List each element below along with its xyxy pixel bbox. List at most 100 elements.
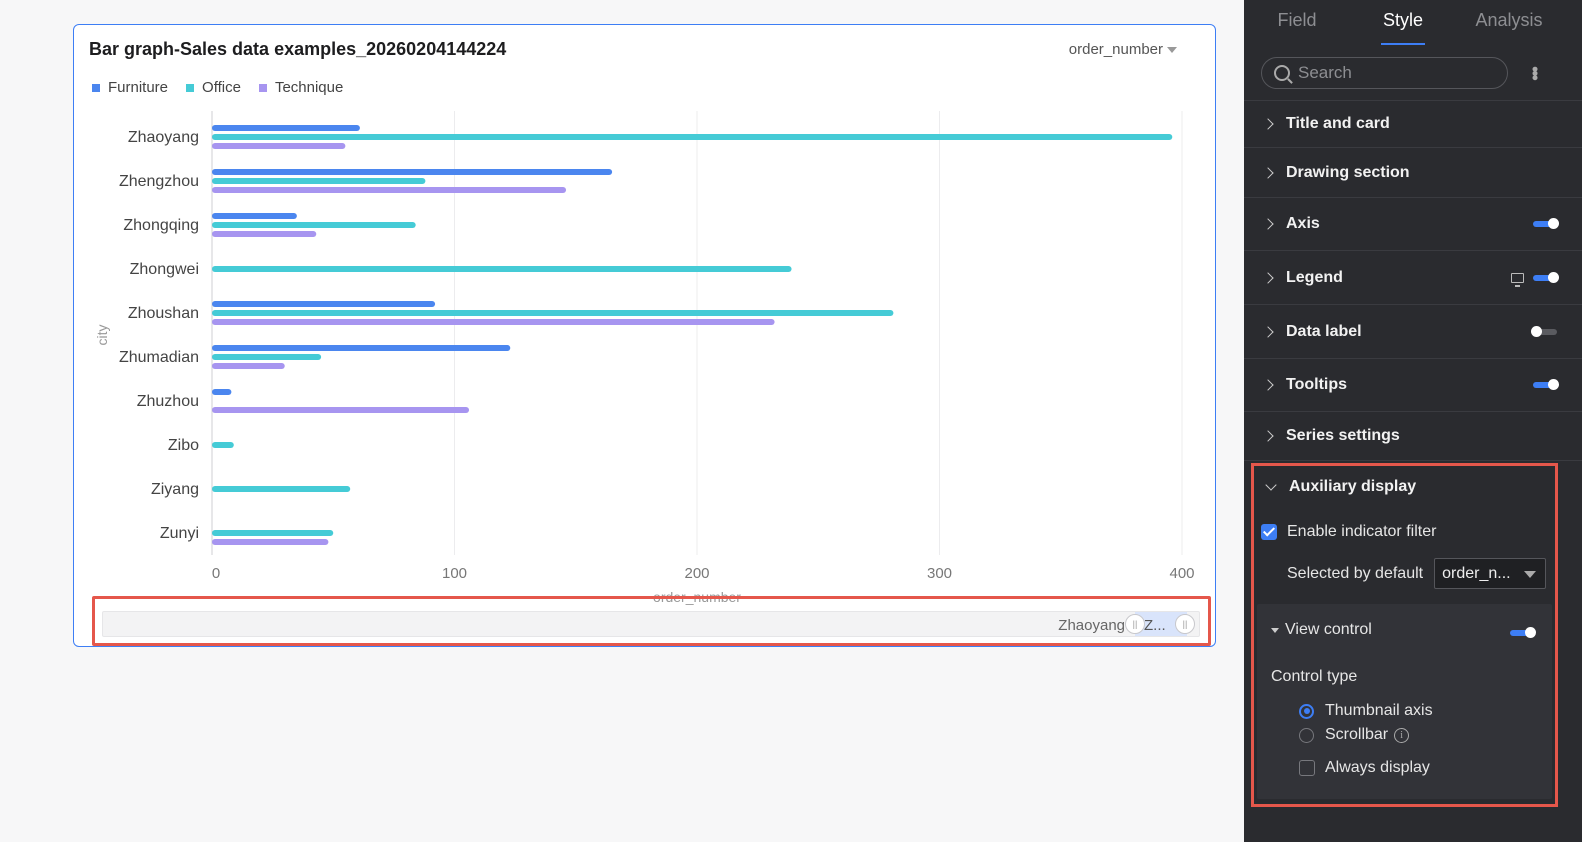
y-tick-label: Zhongwei: [130, 261, 199, 278]
selected-by-default-row: Selected by default order_n...: [1287, 558, 1547, 589]
auxiliary-display-header[interactable]: Auxiliary display: [1265, 478, 1417, 496]
always-display-checkbox[interactable]: [1299, 760, 1315, 776]
y-tick-label: Zhaoyang: [128, 129, 199, 146]
enable-indicator-filter-label: Enable indicator filter: [1287, 523, 1437, 540]
section-series-settings[interactable]: Series settings: [1244, 412, 1582, 461]
y-tick-label: Zhengzhou: [119, 173, 199, 190]
chevron-right-icon: [1262, 118, 1274, 130]
option-thumbnail-axis[interactable]: Thumbnail axis: [1299, 702, 1433, 720]
bar: [212, 178, 426, 184]
bar: [212, 310, 894, 316]
bar: [212, 125, 360, 131]
tooltips-toggle[interactable]: [1533, 379, 1559, 390]
thumbnail-axis[interactable]: Zhaoyang Z... || ||: [102, 611, 1200, 637]
thumbnail-left-handle[interactable]: ||: [1125, 614, 1145, 634]
option-scrollbar[interactable]: Scrollbar i: [1299, 726, 1410, 744]
section-label: Legend: [1286, 268, 1343, 286]
section-legend[interactable]: Legend: [1244, 251, 1582, 305]
search-box[interactable]: [1261, 56, 1508, 89]
chevron-right-icon: [1262, 218, 1274, 230]
y-tick-label: Zibo: [168, 437, 199, 454]
tab-style[interactable]: Style: [1350, 0, 1456, 45]
bar: [212, 169, 613, 175]
bar: [212, 319, 775, 325]
x-tick-label: 400: [1169, 565, 1194, 582]
enable-indicator-filter-checkbox[interactable]: [1261, 524, 1277, 540]
section-tooltips[interactable]: Tooltips: [1244, 359, 1582, 412]
x-tick-label: 100: [442, 565, 467, 582]
chevron-right-icon: [1262, 271, 1274, 284]
section-data-label[interactable]: Data label: [1244, 305, 1582, 359]
thumbnail-right-handle[interactable]: ||: [1175, 614, 1195, 634]
bar: [212, 213, 297, 219]
monitor-icon[interactable]: [1511, 272, 1524, 287]
legend-toggle[interactable]: [1533, 271, 1559, 283]
bar: [212, 266, 792, 272]
search-row: •••: [1244, 45, 1582, 101]
always-display-row[interactable]: Always display: [1299, 759, 1430, 777]
section-label: Tooltips: [1286, 376, 1348, 393]
selected-by-default-select[interactable]: order_n...: [1434, 558, 1547, 589]
caret-down-icon: [1524, 571, 1537, 578]
view-control-toggle[interactable]: [1510, 627, 1536, 638]
bar: [212, 539, 329, 545]
bar: [212, 354, 322, 360]
always-display-label: Always display: [1325, 759, 1430, 776]
data-label-toggle[interactable]: [1531, 325, 1557, 337]
section-axis[interactable]: Axis: [1244, 198, 1582, 251]
bar: [212, 530, 334, 536]
thumbnail-axis-radio[interactable]: [1299, 703, 1314, 719]
chevron-right-icon: [1262, 166, 1274, 179]
bar: [212, 363, 285, 369]
view-control-box: View control Control type Thumbnail axis…: [1257, 604, 1552, 799]
bar: [212, 187, 567, 193]
axis-toggle[interactable]: [1533, 218, 1559, 229]
y-tick-label: Zhongqing: [123, 217, 199, 234]
section-label: Auxiliary display: [1289, 478, 1417, 495]
bar: [212, 134, 1173, 140]
section-label: Drawing section: [1286, 163, 1410, 181]
bar: [212, 345, 511, 351]
view-control-header[interactable]: View control: [1271, 621, 1372, 639]
y-tick-label: Zhuzhou: [137, 393, 199, 410]
scrollbar-label: Scrollbar: [1325, 726, 1389, 743]
bar: [212, 486, 351, 492]
more-options-icon[interactable]: •••: [1525, 66, 1545, 79]
control-type-label: Control type: [1271, 668, 1358, 685]
selected-by-default-value: order_n...: [1442, 564, 1511, 582]
section-drawing[interactable]: Drawing section: [1244, 148, 1582, 198]
bar: [212, 222, 416, 228]
chart-card[interactable]: Bar graph-Sales data examples_2026020414…: [73, 24, 1216, 647]
x-tick-label: 0: [212, 565, 220, 582]
section-label: Data label: [1286, 322, 1362, 340]
chevron-right-icon: [1262, 379, 1274, 391]
tab-analysis[interactable]: Analysis: [1456, 0, 1562, 45]
y-tick-label: Zunyi: [160, 525, 199, 542]
search-icon: [1274, 64, 1290, 81]
section-title-and-card[interactable]: Title and card: [1244, 101, 1582, 148]
x-tick-label: 200: [684, 565, 709, 582]
tab-field[interactable]: Field: [1244, 0, 1350, 45]
y-tick-label: Zhoushan: [128, 305, 199, 322]
x-axis-title: order_number: [653, 589, 741, 605]
bar: [212, 407, 470, 413]
thumbnail-start-label: Zhaoyang: [1058, 617, 1125, 634]
thumbnail-axis-label: Thumbnail axis: [1325, 702, 1433, 719]
auxiliary-display-section: Auxiliary display Enable indicator filte…: [1251, 463, 1558, 807]
chevron-right-icon: [1262, 325, 1274, 338]
section-label: Axis: [1286, 215, 1320, 232]
scrollbar-radio[interactable]: [1299, 727, 1314, 743]
triangle-down-icon: [1271, 627, 1279, 633]
bar: [212, 231, 317, 237]
bar: [212, 442, 234, 448]
view-control-label: View control: [1285, 621, 1372, 638]
search-input[interactable]: [1298, 62, 1488, 83]
section-label: Series settings: [1286, 427, 1400, 444]
panel-tabs: Field Style Analysis: [1244, 0, 1582, 45]
bar-chart: 0 100 200 300 400 Zhaoyang Zhengzhou Zhongqing Z…: [94, 111, 1195, 605]
enable-indicator-filter-row[interactable]: Enable indicator filter: [1261, 523, 1436, 541]
selected-by-default-label: Selected by default: [1287, 564, 1424, 582]
info-icon[interactable]: i: [1394, 727, 1410, 743]
y-tick-label: Zhumadian: [119, 349, 199, 366]
bar: [212, 143, 346, 149]
